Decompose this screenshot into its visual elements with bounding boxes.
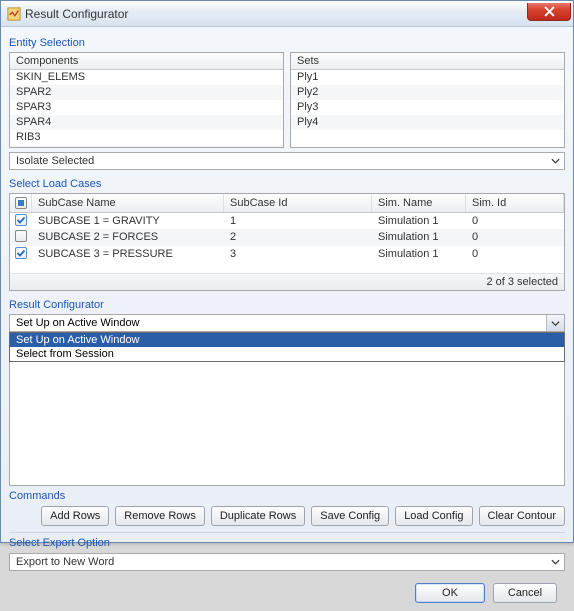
cell-sim: Simulation 1 [372,246,466,262]
duplicate-rows-button[interactable]: Duplicate Rows [211,506,305,526]
cell-sim: Simulation 1 [372,213,466,229]
window-title: Result Configurator [25,7,128,21]
export-option-value: Export to New Word [16,556,114,568]
remove-rows-button[interactable]: Remove Rows [115,506,205,526]
list-item[interactable]: RIB3 [10,130,283,145]
save-config-button[interactable]: Save Config [311,506,389,526]
list-item[interactable]: Ply1 [291,70,564,85]
table-row[interactable]: SUBCASE 3 = PRESSURE 3 Simulation 1 0 [10,246,564,262]
export-option-label: Select Export Option [9,537,565,549]
selection-count: 2 of 3 selected [10,273,564,290]
list-item[interactable]: SPAR4 [10,115,283,130]
result-configurator-label: Result Configurator [9,299,565,311]
ok-button[interactable]: OK [415,583,485,603]
list-item[interactable]: SPAR2 [10,85,283,100]
list-item[interactable]: SPAR3 [10,100,283,115]
chevron-down-icon [551,558,560,567]
cell-name: SUBCASE 2 = FORCES [32,229,224,246]
close-button[interactable] [527,3,571,21]
chevron-down-icon [551,157,560,166]
list-item[interactable]: SKIN_ELEMS [10,70,283,85]
row-checkbox[interactable] [15,214,27,226]
add-rows-button[interactable]: Add Rows [41,506,109,526]
result-mode-dropdown[interactable]: Set Up on Active Window Set Up on Active… [9,314,565,332]
cell-id: 3 [224,246,372,262]
dropdown-option[interactable]: Set Up on Active Window [10,333,564,347]
header-checkbox-cell[interactable] [10,194,32,212]
sets-list[interactable]: Sets Ply1 Ply2 Ply3 Ply4 [290,52,565,148]
commands-label: Commands [9,490,565,502]
sets-header: Sets [291,53,564,70]
result-mode-value: Set Up on Active Window [16,317,140,329]
select-all-checkbox[interactable] [15,197,27,209]
titlebar: Result Configurator [1,1,573,27]
column-header[interactable]: Sim. Id [466,194,564,212]
row-checkbox[interactable] [15,247,27,259]
cancel-button[interactable]: Cancel [493,583,557,603]
table-header: SubCase Name SubCase Id Sim. Name Sim. I… [10,194,564,213]
cell-name: SUBCASE 3 = PRESSURE [32,246,224,262]
dropdown-option[interactable]: Select from Session [10,347,564,361]
load-config-button[interactable]: Load Config [395,506,472,526]
commands-row: Add Rows Remove Rows Duplicate Rows Save… [9,506,565,526]
cell-simid: 0 [466,246,564,262]
load-cases-label: Select Load Cases [9,178,565,190]
app-icon [7,7,21,21]
isolate-selected-dropdown[interactable]: Isolate Selected [9,152,565,170]
load-cases-table: SubCase Name SubCase Id Sim. Name Sim. I… [9,193,565,291]
column-header[interactable]: Sim. Name [372,194,466,212]
cell-sim: Simulation 1 [372,229,466,246]
column-header[interactable]: SubCase Id [224,194,372,212]
components-header: Components [10,53,283,70]
entity-selection-label: Entity Selection [9,37,565,49]
column-header[interactable]: SubCase Name [32,194,224,212]
divider [9,532,565,533]
result-mode-options: Set Up on Active Window Select from Sess… [9,332,565,362]
cell-simid: 0 [466,213,564,229]
cell-simid: 0 [466,229,564,246]
result-configurator-window: Result Configurator Entity Selection Com… [0,0,574,543]
cell-name: SUBCASE 1 = GRAVITY [32,213,224,229]
components-list[interactable]: Components SKIN_ELEMS SPAR2 SPAR3 SPAR4 … [9,52,284,148]
result-config-area [9,360,565,486]
export-option-dropdown[interactable]: Export to New Word [9,553,565,571]
clear-contour-button[interactable]: Clear Contour [479,506,565,526]
cell-id: 1 [224,213,372,229]
list-item[interactable]: Ply4 [291,115,564,130]
table-row[interactable]: SUBCASE 2 = FORCES 2 Simulation 1 0 [10,229,564,246]
list-item[interactable]: RIB2 [10,145,283,148]
row-checkbox[interactable] [15,230,27,242]
list-item[interactable]: Ply3 [291,100,564,115]
isolate-selected-value: Isolate Selected [16,155,94,167]
table-row[interactable]: SUBCASE 1 = GRAVITY 1 Simulation 1 0 [10,213,564,229]
chevron-down-icon [546,315,564,331]
list-item[interactable]: Ply2 [291,85,564,100]
cell-id: 2 [224,229,372,246]
dialog-footer: OK Cancel [9,577,565,603]
